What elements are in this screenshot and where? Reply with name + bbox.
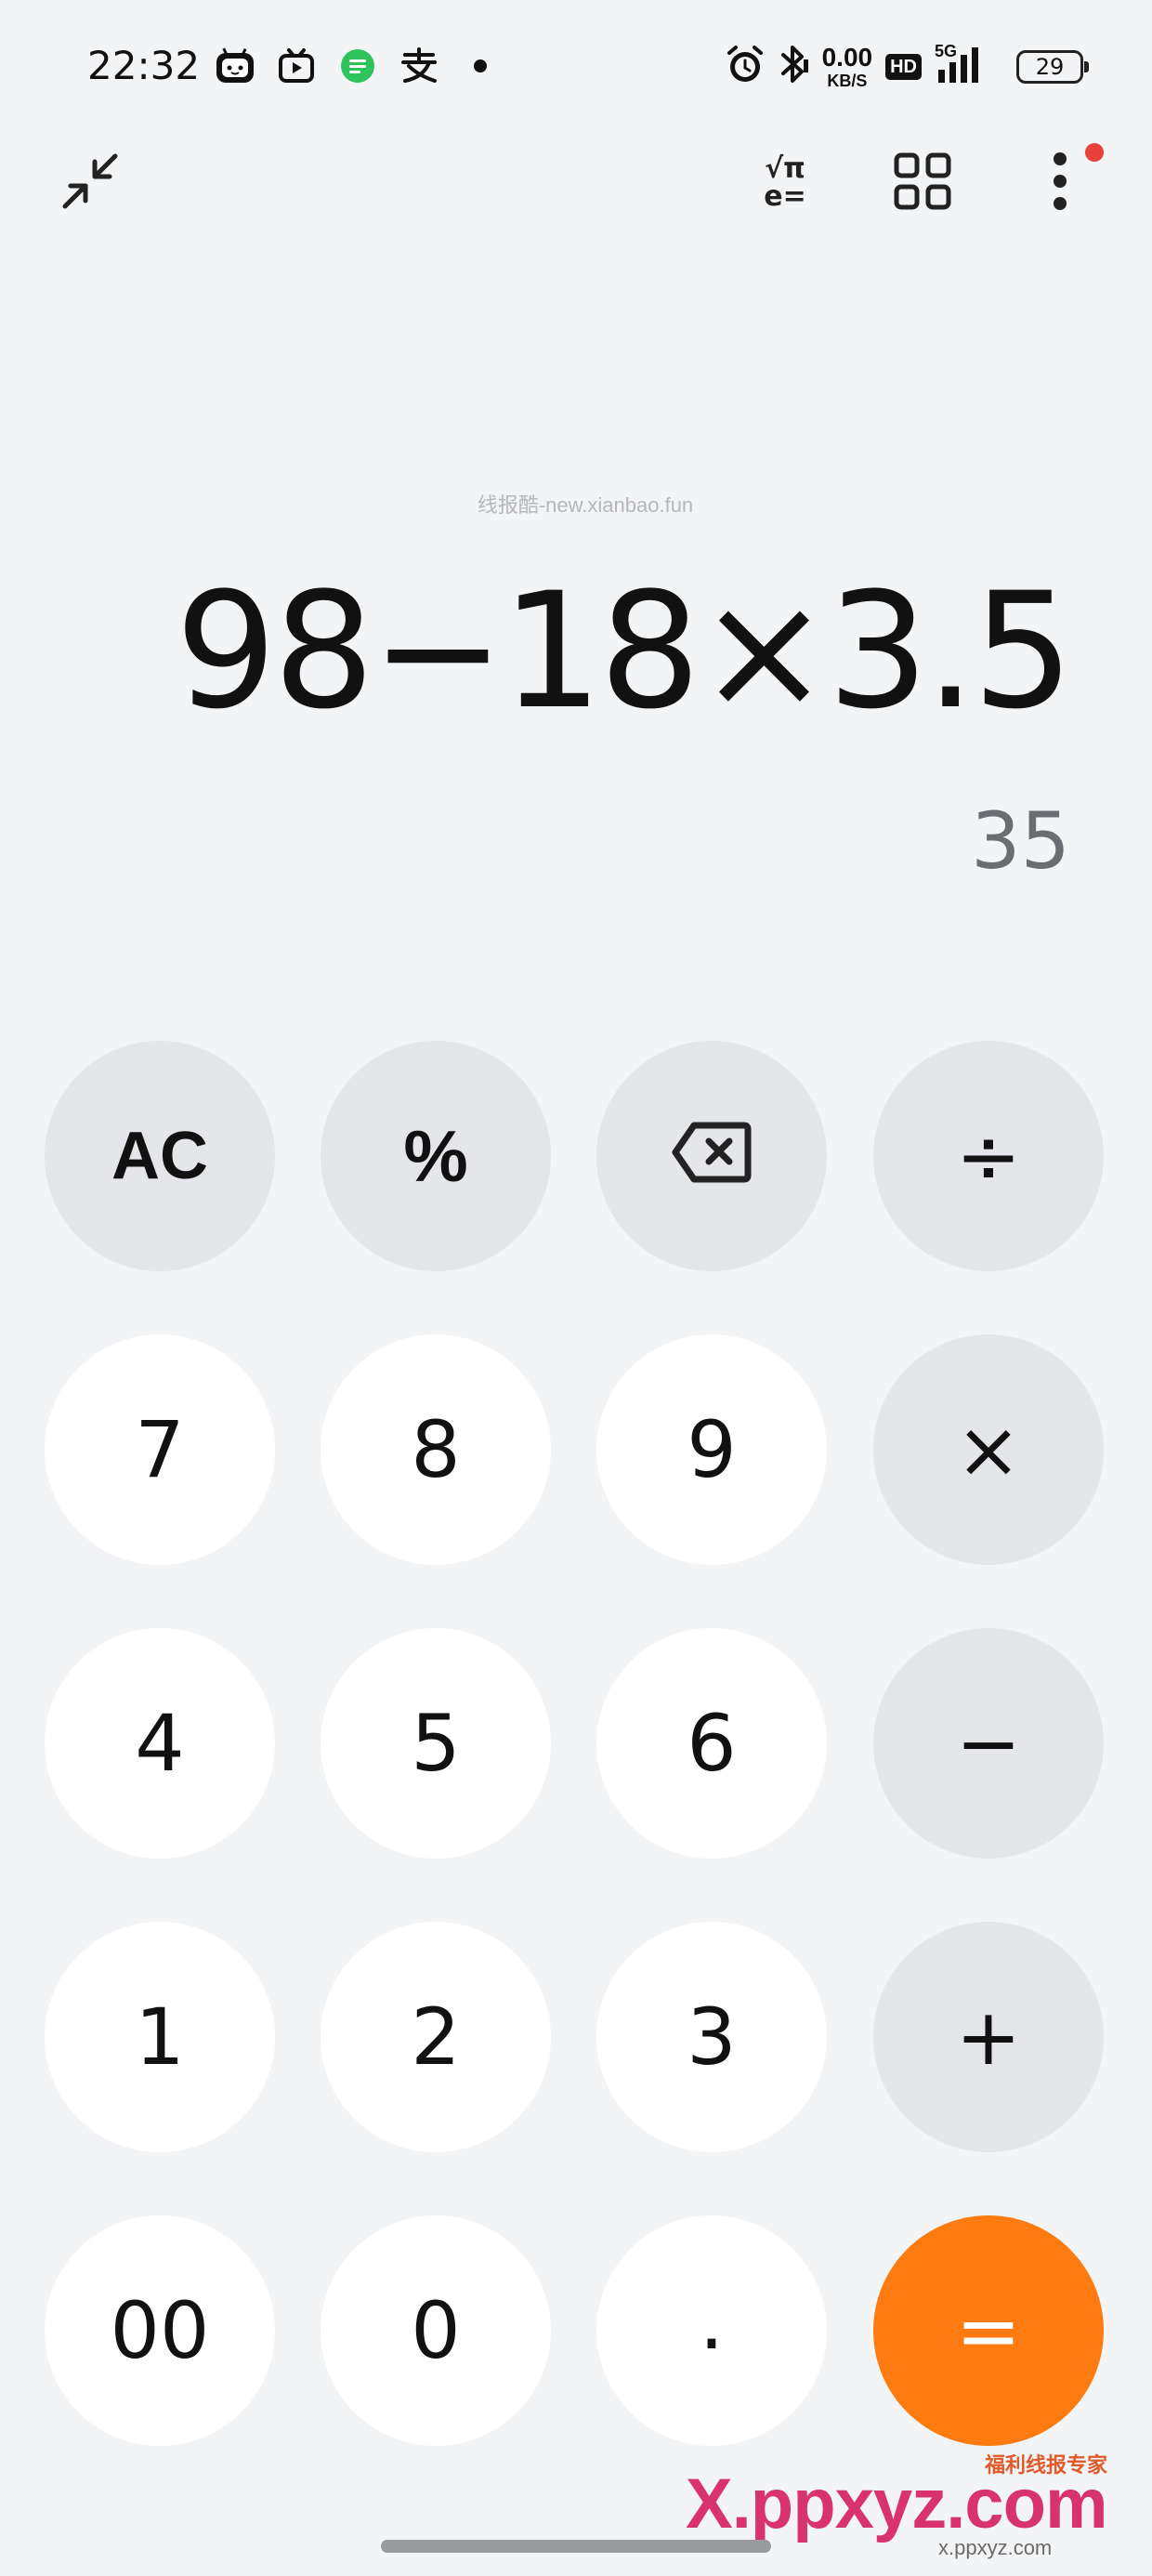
- digit-9-button[interactable]: 9: [596, 1334, 827, 1565]
- minus-label: −: [955, 1698, 1022, 1789]
- minus-button[interactable]: −: [873, 1628, 1104, 1859]
- digit-2-label: 2: [411, 1991, 461, 2083]
- digit-7-button[interactable]: 7: [45, 1334, 275, 1565]
- status-time: 22:32: [87, 43, 201, 88]
- double-zero-label: 00: [110, 2285, 210, 2376]
- plus-label: +: [955, 1991, 1022, 2083]
- watermark-text: 线报酷-new.xianbao.fun: [477, 493, 694, 517]
- battery-icon: 29: [1016, 49, 1089, 84]
- digit-1-label: 1: [135, 1991, 185, 2083]
- plus-button[interactable]: +: [873, 1922, 1104, 2152]
- grid-button[interactable]: [881, 141, 964, 225]
- backspace-icon: [672, 1111, 752, 1202]
- brand-small-url: x.ppxyz.com: [938, 2536, 1053, 2559]
- scientific-mode-button[interactable]: √π e=: [743, 141, 827, 225]
- digit-0-label: 0: [411, 2285, 461, 2376]
- brand-logo-text: X.ppxyz.com: [686, 2464, 1108, 2543]
- digit-5-label: 5: [411, 1698, 461, 1789]
- decimal-point-button[interactable]: .: [596, 2215, 827, 2446]
- video-app-icon: [275, 45, 318, 87]
- bilibili-tv-icon: [214, 45, 256, 87]
- percent-label: %: [403, 1115, 468, 1197]
- digit-8-button[interactable]: 8: [321, 1334, 551, 1565]
- decimal-point-label: .: [699, 2276, 725, 2367]
- digit-6-label: 6: [687, 1698, 737, 1789]
- scientific-label-top: √π: [765, 152, 805, 185]
- alarm-icon: [726, 44, 765, 89]
- notification-badge: [1085, 143, 1104, 162]
- multiply-label: ×: [955, 1404, 1022, 1495]
- brand-watermark: 福利线报专家 X.ppxyz.com x.ppxyz.com: [686, 2449, 1122, 2559]
- percent-button[interactable]: %: [321, 1041, 551, 1271]
- digit-6-button[interactable]: 6: [596, 1628, 827, 1859]
- digit-4-button[interactable]: 4: [45, 1628, 275, 1859]
- hd-badge: HD: [885, 53, 922, 80]
- net-speed-unit: KB/S: [827, 71, 868, 90]
- divide-button[interactable]: ÷: [873, 1041, 1104, 1271]
- scientific-label-bottom: e=: [764, 180, 806, 213]
- divide-label: ÷: [955, 1111, 1022, 1202]
- digit-3-label: 3: [687, 1991, 737, 2083]
- digit-2-button[interactable]: 2: [321, 1922, 551, 2152]
- digit-7-label: 7: [135, 1404, 185, 1495]
- all-clear-label: AC: [111, 1119, 208, 1193]
- message-icon: [336, 45, 379, 87]
- net-speed-value: 0.00: [821, 42, 873, 72]
- bluetooth-icon: [778, 43, 809, 90]
- backspace-button[interactable]: [596, 1041, 827, 1271]
- double-zero-button[interactable]: 00: [45, 2215, 275, 2446]
- digit-4-label: 4: [135, 1698, 185, 1789]
- digit-5-button[interactable]: 5: [321, 1628, 551, 1859]
- home-indicator[interactable]: [381, 2540, 771, 2553]
- digit-1-button[interactable]: 1: [45, 1922, 275, 2152]
- notification-dot-icon: [459, 45, 502, 87]
- signal-icon: 5G: [935, 42, 996, 88]
- grid-icon: [894, 152, 951, 215]
- scientific-mode-icon: √π e=: [764, 155, 805, 211]
- battery-level: 29: [1035, 53, 1065, 80]
- equals-label: =: [955, 2285, 1022, 2376]
- net-speed: 0.00 KB/S: [821, 42, 873, 90]
- equals-button[interactable]: =: [873, 2215, 1104, 2446]
- expression-display[interactable]: 98−18×3.5: [176, 558, 1074, 744]
- status-left-icons: [214, 45, 502, 87]
- more-vertical-icon: [1051, 151, 1069, 216]
- collapse-button[interactable]: [48, 141, 132, 225]
- multiply-button[interactable]: ×: [873, 1334, 1104, 1565]
- digit-3-button[interactable]: 3: [596, 1922, 827, 2152]
- digit-0-button[interactable]: 0: [321, 2215, 551, 2446]
- all-clear-button[interactable]: AC: [45, 1041, 275, 1271]
- digit-9-label: 9: [687, 1404, 737, 1495]
- result-preview: 35: [971, 795, 1070, 887]
- collapse-arrows-icon: [58, 149, 123, 218]
- status-right: 0.00 KB/S HD 5G 29: [726, 42, 1089, 90]
- alipay-icon: [398, 45, 440, 87]
- status-bar: 22:32 0.00 KB/S HD 5G 29: [0, 0, 1152, 139]
- digit-8-label: 8: [411, 1404, 461, 1495]
